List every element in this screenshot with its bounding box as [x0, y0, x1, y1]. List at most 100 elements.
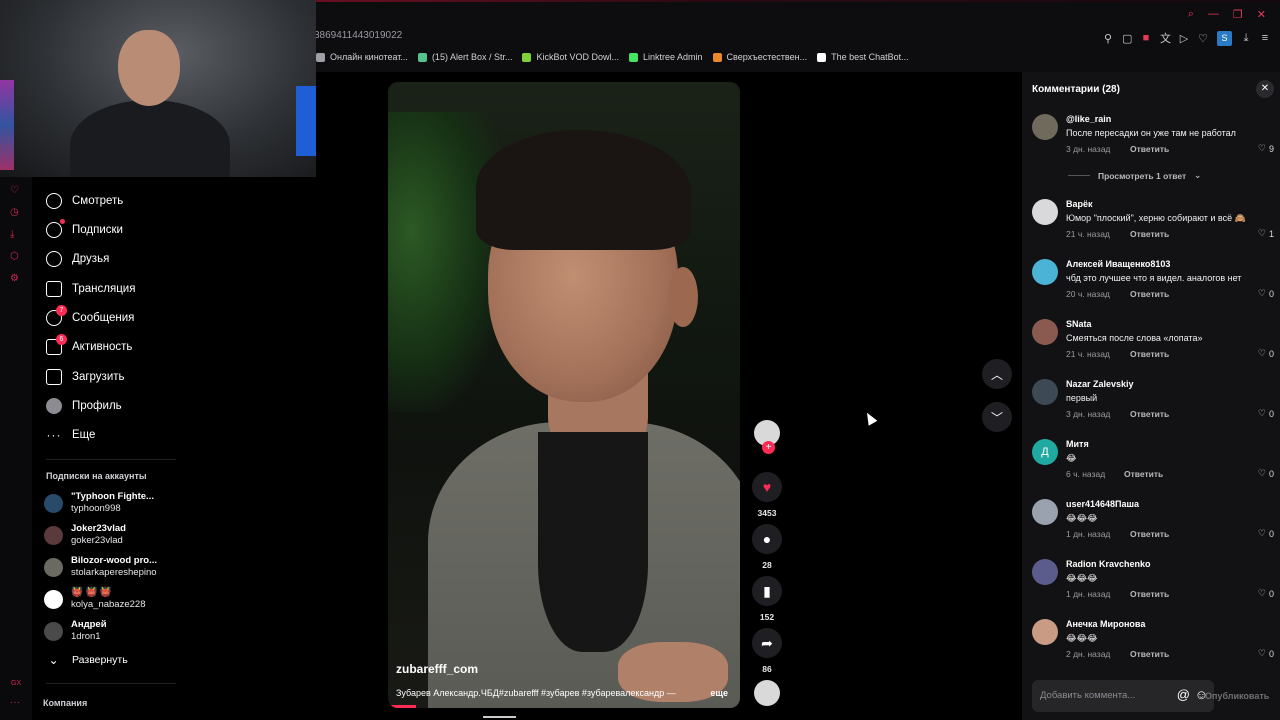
comment-reply-button[interactable]: Ответить	[1130, 349, 1169, 359]
caption-more-link[interactable]: еще	[710, 688, 728, 698]
comment-reply-button[interactable]: Ответить	[1130, 649, 1169, 659]
bookmark-item[interactable]: Linktree Admin	[629, 52, 703, 62]
comment-username[interactable]: Митя	[1066, 439, 1089, 449]
comment-username[interactable]: user414648Паша	[1066, 499, 1139, 509]
video-player[interactable]: zubarefff_com Зубарев Александр.ЧБД#zuba…	[388, 82, 740, 708]
comment-reply-button[interactable]: Ответить	[1130, 144, 1169, 154]
comment-like-button[interactable]: ♡ 9	[1258, 143, 1274, 154]
share-button[interactable]: ➦ 86	[748, 628, 786, 674]
comment-reply-button[interactable]: Ответить	[1130, 289, 1169, 299]
video-progress-bar[interactable]	[388, 705, 417, 708]
menu-icon[interactable]: ≡	[1260, 32, 1270, 44]
comment-avatar[interactable]	[1032, 259, 1058, 285]
bookmark-item[interactable]: (15) Alert Box / Str...	[417, 52, 512, 62]
account-avatar	[44, 557, 63, 577]
comment-username[interactable]: @like_rain	[1066, 114, 1111, 124]
following-account[interactable]: 👹 👹 👹 kolya_nabaze228	[44, 587, 145, 611]
comment-like-button[interactable]: ♡ 0	[1258, 648, 1274, 659]
comment-username[interactable]: Варёк	[1066, 199, 1093, 209]
nav-item-messages[interactable]: 7 Сообщения	[46, 305, 134, 326]
url-fragment[interactable]: 3869411443019022	[314, 30, 402, 41]
nav-item-watch[interactable]: Смотреть	[46, 193, 123, 209]
creator-avatar-button[interactable]: +	[748, 420, 786, 454]
company-label[interactable]: Компания	[43, 698, 87, 708]
music-disc-button[interactable]	[748, 680, 786, 706]
next-video-button[interactable]: ﹀	[982, 402, 1012, 432]
mention-icon[interactable]: @	[1177, 687, 1190, 702]
bookmark-item[interactable]: Онлайн кинотеат...	[316, 52, 408, 62]
close-comments-button[interactable]: ✕	[1256, 80, 1274, 98]
comment-like-button[interactable]: ♡ 0	[1258, 468, 1274, 479]
comment-like-button[interactable]: ♡ 0	[1258, 348, 1274, 359]
extension-s-icon[interactable]: S	[1217, 30, 1232, 46]
follow-plus-icon[interactable]: +	[762, 441, 775, 454]
history-icon[interactable]: ◷	[10, 207, 19, 218]
minimize-icon[interactable]: —	[1208, 8, 1219, 21]
comment-username[interactable]: Radion Kravchenko	[1066, 559, 1151, 569]
account-handle: typhoon998	[71, 503, 121, 514]
sidebar-more-icon[interactable]: ···	[10, 697, 20, 708]
comment-avatar[interactable]	[1032, 559, 1058, 585]
comment-username[interactable]: SNata	[1066, 319, 1092, 329]
search-icon[interactable]: ⌕	[1188, 8, 1194, 21]
following-account[interactable]: "Typhoon Fighte... typhoon998	[44, 491, 154, 515]
comment-reply-button[interactable]: Ответить	[1130, 229, 1169, 239]
comment-like-button[interactable]: ♡ 0	[1258, 288, 1274, 299]
shield-icon[interactable]: ■	[1141, 32, 1151, 44]
download-icon[interactable]: ⤓	[1241, 32, 1251, 45]
previous-video-button[interactable]: ︿	[982, 359, 1012, 389]
nav-item-activity[interactable]: 6 Активность	[46, 334, 132, 355]
nav-item-following[interactable]: Подписки	[46, 219, 123, 238]
translate-icon[interactable]: 文	[1160, 30, 1171, 46]
nav-item-friends[interactable]: Друзья	[46, 251, 109, 267]
comment-avatar[interactable]	[1032, 379, 1058, 405]
snapshot-icon[interactable]: ▢	[1122, 32, 1132, 45]
heart-icon[interactable]: ♡	[10, 185, 19, 196]
comment-like-button[interactable]: ♡ 1	[1258, 228, 1274, 239]
comment-button[interactable]: ● 28	[748, 524, 786, 570]
comment-like-button[interactable]: ♡ 0	[1258, 528, 1274, 539]
nav-item-more[interactable]: ··· Еще	[46, 428, 96, 442]
downloads-icon[interactable]: ⤓	[10, 229, 14, 240]
nav-item-profile[interactable]: Профиль	[46, 398, 122, 414]
extensions-icon[interactable]: ⬡	[10, 251, 19, 262]
save-button[interactable]: ▮ 152	[748, 576, 786, 622]
comment-avatar[interactable]	[1032, 499, 1058, 525]
comment-username[interactable]: Алексей Иващенко8103	[1066, 259, 1170, 269]
nav-item-live[interactable]: Трансляция	[46, 281, 135, 297]
publish-button[interactable]: Опубликовать	[1205, 691, 1269, 701]
bookmark-item[interactable]: The best ChatBot...	[817, 52, 909, 62]
comment-username[interactable]: Анечка Миронова	[1066, 619, 1145, 629]
video-author[interactable]: zubarefff_com	[396, 662, 478, 676]
comment-avatar[interactable]: Д	[1032, 439, 1058, 465]
comment-input[interactable]: Добавить коммента... @ ☺	[1032, 680, 1214, 712]
heart-outline-icon[interactable]: ♡	[1198, 32, 1208, 45]
restore-icon[interactable]: ❐	[1233, 8, 1243, 21]
following-account[interactable]: Bilozor-wood pro... stolarkapereshepino	[44, 555, 157, 579]
comment-reply-button[interactable]: Ответить	[1130, 409, 1169, 419]
like-button[interactable]: ♥ 3453	[748, 472, 786, 518]
video-scrubber[interactable]	[483, 716, 516, 718]
close-window-icon[interactable]: ✕	[1257, 8, 1266, 21]
play-icon[interactable]: ▷	[1179, 32, 1189, 45]
expand-button[interactable]: ⌄ Развернуть	[46, 653, 127, 667]
comment-avatar[interactable]	[1032, 114, 1058, 140]
comment-avatar[interactable]	[1032, 319, 1058, 345]
comment-like-button[interactable]: ♡ 0	[1258, 408, 1274, 419]
chevron-down-icon: ⌄	[48, 653, 60, 667]
comment-avatar[interactable]	[1032, 199, 1058, 225]
bookmark-item[interactable]: Сверхъестествен...	[712, 52, 807, 62]
comment-like-button[interactable]: ♡ 0	[1258, 588, 1274, 599]
view-replies-button[interactable]: Просмотреть 1 ответ ⌄	[1068, 170, 1201, 181]
nav-item-upload[interactable]: Загрузить	[46, 369, 125, 385]
pin-icon[interactable]: ⚲	[1103, 32, 1113, 45]
comment-avatar[interactable]	[1032, 619, 1058, 645]
comment-reply-button[interactable]: Ответить	[1130, 589, 1169, 599]
comment-username[interactable]: Nazar Zalevskiy	[1066, 379, 1134, 389]
comment-reply-button[interactable]: Ответить	[1130, 529, 1169, 539]
settings-icon[interactable]: ⚙	[10, 273, 19, 284]
following-account[interactable]: Joker23vlad goker23vlad	[44, 523, 126, 547]
bookmark-item[interactable]: KickBot VOD Dowl...	[522, 52, 619, 62]
comment-reply-button[interactable]: Ответить	[1124, 469, 1163, 479]
following-account[interactable]: Андрей 1dron1	[44, 619, 107, 643]
